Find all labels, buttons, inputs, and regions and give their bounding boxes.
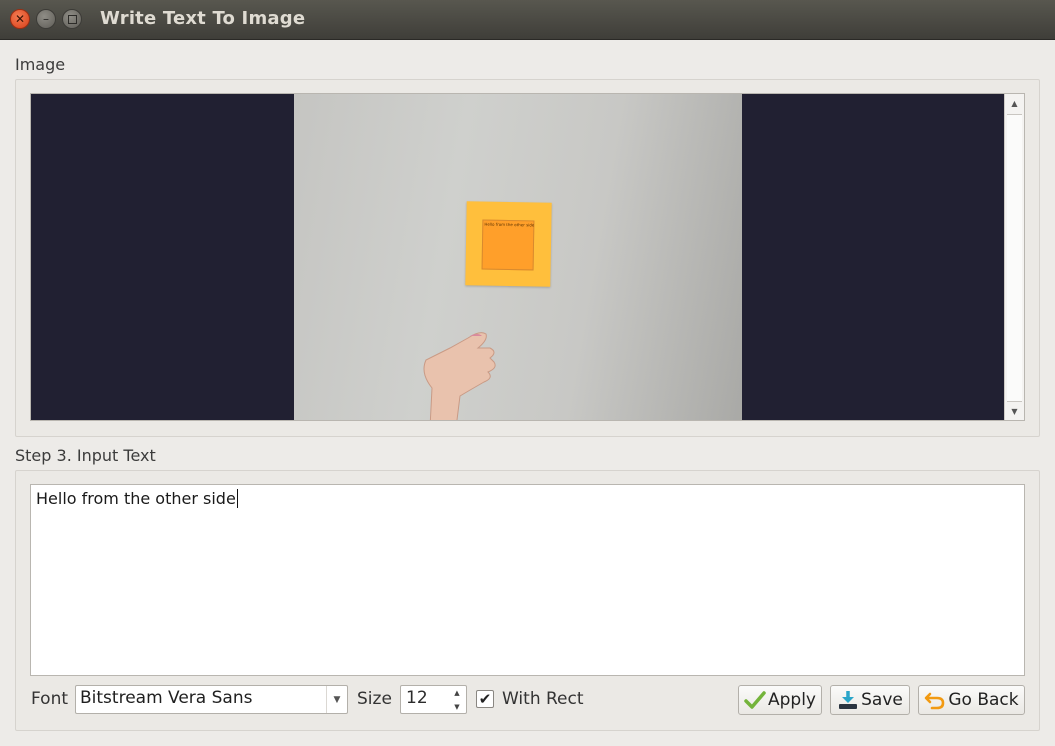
vertical-scrollbar[interactable]: ▲ ▼ <box>1004 94 1024 420</box>
window-title: Write Text To Image <box>100 8 306 29</box>
text-caret <box>236 489 238 508</box>
font-label: Font <box>31 689 69 709</box>
size-label: Size <box>357 689 392 709</box>
download-icon <box>837 690 859 710</box>
scroll-down-arrow-icon[interactable]: ▼ <box>1005 402 1024 420</box>
checkmark-icon: ✔ <box>478 689 492 708</box>
spin-up-icon[interactable]: ▲ <box>448 686 466 699</box>
title-bar: ✕ – Write Text To Image <box>0 0 1055 40</box>
text-rect: Hello from the other side <box>481 219 535 271</box>
maximize-window-button[interactable] <box>62 9 82 29</box>
with-rect-label: With Rect <box>502 689 584 709</box>
save-button[interactable]: Save <box>830 685 910 715</box>
scroll-track[interactable] <box>1007 114 1022 402</box>
image-preview[interactable]: Hello from the other side ▲ ▼ <box>30 93 1025 421</box>
spin-buttons: ▲ ▼ <box>448 686 466 713</box>
close-icon: ✕ <box>14 12 26 26</box>
text-input-area[interactable]: Hello from the other side <box>30 484 1025 676</box>
text-section-label: Step 3. Input Text <box>15 446 156 465</box>
apply-button[interactable]: Apply <box>738 685 822 715</box>
undo-arrow-icon <box>924 690 946 710</box>
size-spinbox[interactable]: 12 ▲ ▼ <box>400 685 467 714</box>
sticky-note: Hello from the other side <box>465 201 552 287</box>
minimize-icon: – <box>43 12 49 26</box>
hand-image <box>423 332 496 420</box>
with-rect-checkbox[interactable]: ✔ <box>476 690 494 708</box>
text-input-value: Hello from the other side <box>36 489 236 508</box>
maximize-icon <box>67 14 77 24</box>
go-back-button[interactable]: Go Back <box>918 685 1025 715</box>
close-window-button[interactable]: ✕ <box>10 9 30 29</box>
go-back-button-label: Go Back <box>948 690 1019 710</box>
photo: Hello from the other side <box>294 94 742 420</box>
font-select[interactable]: Bitstream Vera Sans ▼ <box>75 685 348 714</box>
size-value: 12 <box>406 688 428 708</box>
rendered-text: Hello from the other side <box>484 221 535 228</box>
spin-down-icon[interactable]: ▼ <box>448 700 466 713</box>
image-section-label: Image <box>15 55 66 74</box>
dropdown-arrow-icon[interactable]: ▼ <box>326 686 347 713</box>
save-button-label: Save <box>861 690 903 710</box>
checkmark-icon <box>744 690 766 710</box>
apply-button-label: Apply <box>768 690 816 710</box>
font-select-value: Bitstream Vera Sans <box>80 688 253 708</box>
minimize-window-button[interactable]: – <box>36 9 56 29</box>
main-window: ✕ – Write Text To Image Image Hello from… <box>0 0 1055 746</box>
scroll-up-arrow-icon[interactable]: ▲ <box>1005 94 1024 112</box>
